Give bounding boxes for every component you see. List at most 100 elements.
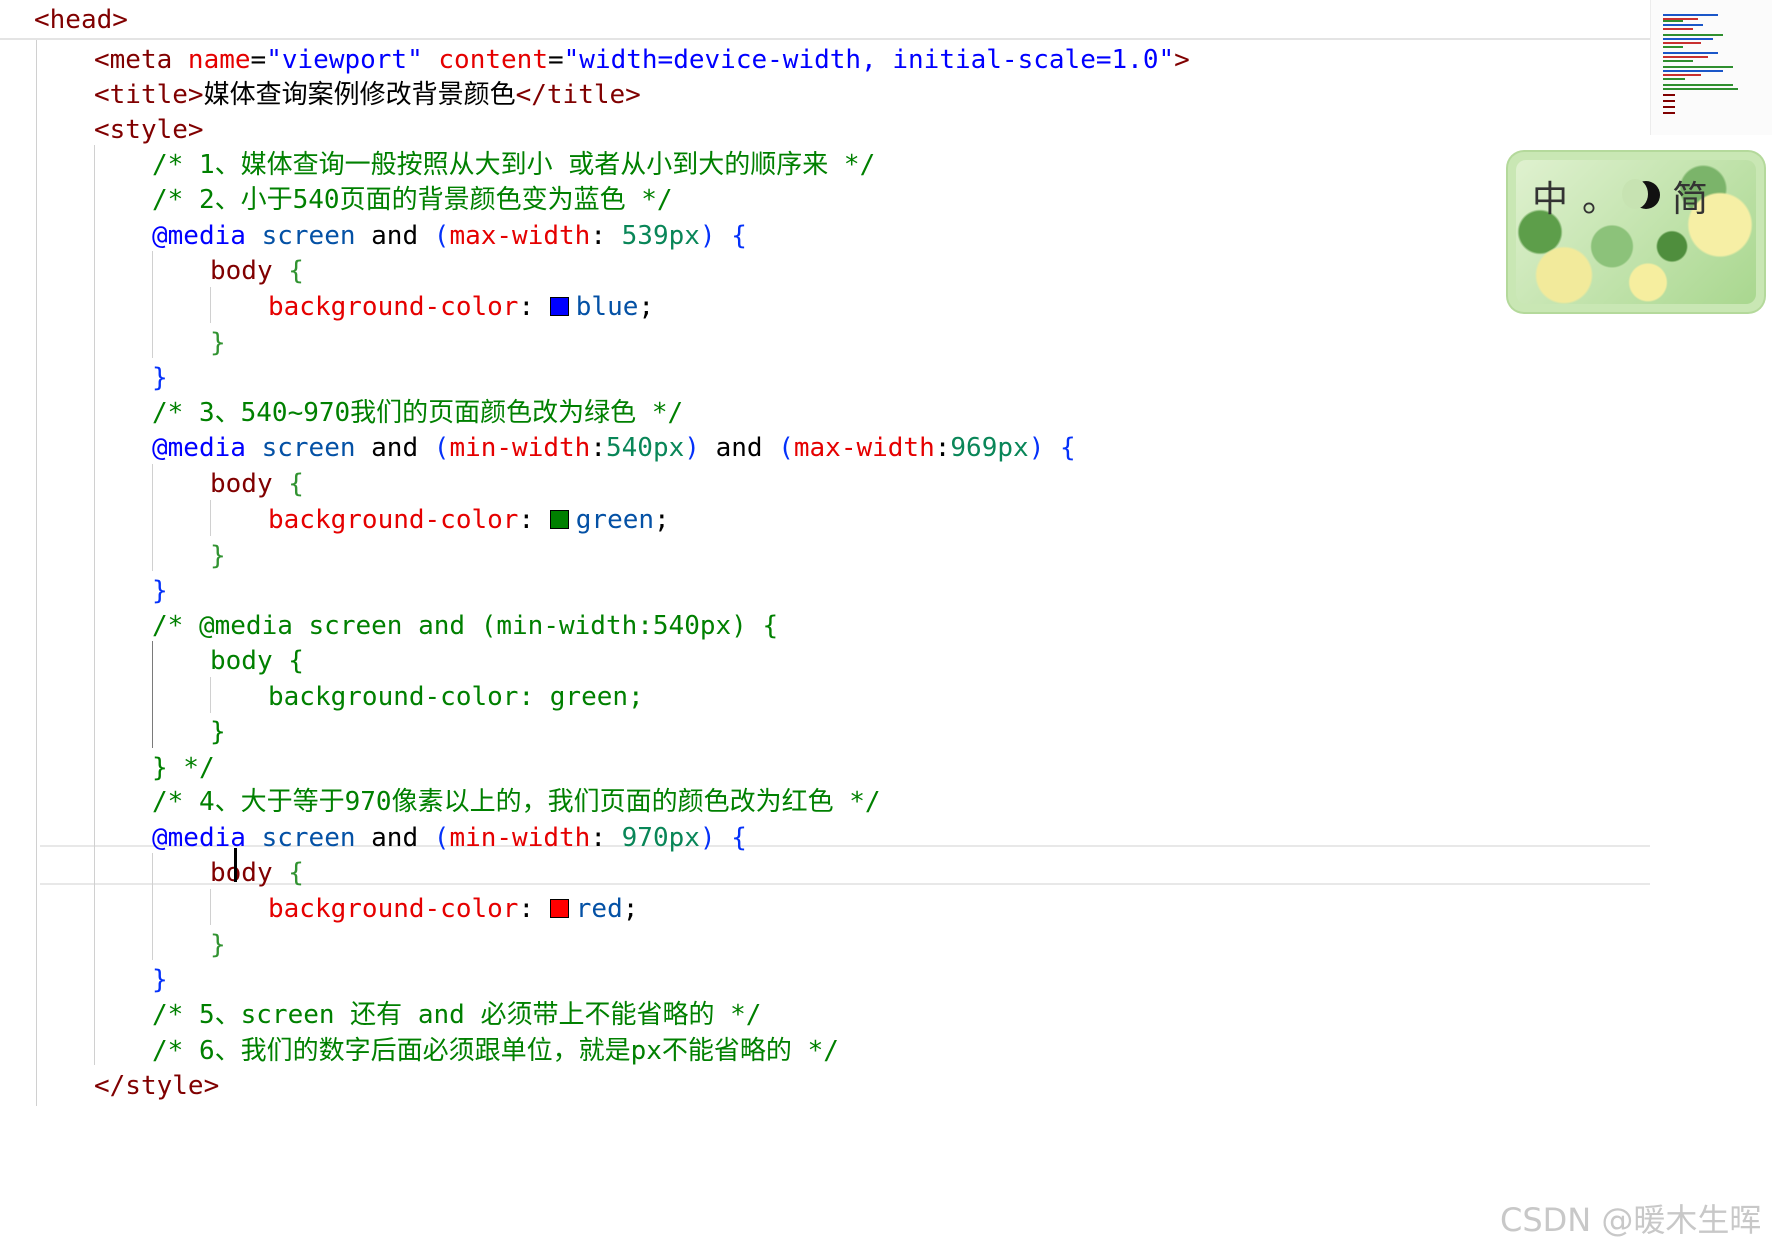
minimap-line	[1663, 42, 1701, 44]
minimap-line	[1663, 78, 1685, 80]
code-token: (	[778, 433, 794, 463]
code-token: /* 6、我们的数字后面必须跟单位，就是px不能省略的 */	[152, 1036, 839, 1066]
indent-guide	[94, 145, 95, 1065]
code-line: }	[210, 925, 226, 965]
code-token: (	[433, 433, 450, 463]
code-token: =	[250, 45, 267, 75]
code-token: )	[699, 823, 716, 853]
code-token: and	[355, 823, 434, 853]
code-token: blue	[575, 292, 639, 322]
code-line: /* 2、小于540页面的背景颜色变为蓝色 */	[152, 180, 673, 220]
code-token: /* @media screen and (min-width:540px) {	[152, 611, 779, 641]
minimap-line	[1663, 74, 1701, 76]
code-token: {	[1044, 433, 1076, 463]
code-line: body {	[210, 641, 304, 681]
indent-guide	[210, 500, 211, 536]
code-token: background-color: green;	[268, 682, 644, 712]
ime-simplified-button[interactable]: 简	[1672, 170, 1708, 222]
code-line: }	[152, 571, 168, 611]
code-token: body	[210, 256, 273, 286]
minimap-line	[1663, 28, 1693, 30]
code-token: and	[355, 221, 434, 251]
code-token: 媒体查询案例修改背景颜色	[203, 80, 516, 110]
minimap-line	[1663, 38, 1713, 40]
ime-chinese-mode-button[interactable]: 中	[1532, 170, 1568, 222]
code-token: {	[715, 221, 747, 251]
code-token: {	[272, 469, 304, 499]
code-token: @media	[152, 823, 246, 853]
code-token: </title>	[515, 80, 641, 110]
code-token: {	[272, 858, 304, 888]
code-token: }	[210, 328, 226, 358]
code-line: }	[210, 712, 226, 752]
minimap-line	[1663, 106, 1675, 108]
ime-toolbar[interactable]: 中 。 简	[1508, 152, 1764, 312]
minimap-line	[1663, 94, 1675, 96]
minimap-line	[1663, 24, 1703, 26]
code-token: screen	[261, 823, 356, 853]
code-token: ;	[654, 505, 670, 535]
code-line: @media screen and (max-width: 539px) {	[152, 216, 747, 256]
code-token: }	[210, 717, 226, 747]
code-token: )	[699, 221, 716, 251]
code-token: body {	[210, 646, 304, 676]
code-token: content	[438, 45, 548, 75]
code-token: "viewport"	[266, 45, 423, 75]
code-token: body	[210, 469, 273, 499]
code-token: :	[518, 292, 550, 322]
minimap-line	[1663, 14, 1718, 16]
minimap[interactable]	[1650, 0, 1772, 135]
code-line: /* 6、我们的数字后面必须跟单位，就是px不能省略的 */	[152, 1031, 839, 1071]
color-swatch[interactable]	[549, 297, 569, 316]
code-token: :	[934, 433, 951, 463]
moon-icon[interactable]	[1622, 179, 1661, 211]
code-token: :	[590, 433, 606, 463]
code-line: body {	[210, 251, 304, 291]
code-line: <title>媒体查询案例修改背景颜色</title>	[94, 75, 641, 115]
color-swatch[interactable]	[549, 899, 569, 918]
minimap-line	[1663, 66, 1733, 68]
code-token: background-color	[268, 292, 519, 322]
color-swatch[interactable]	[549, 510, 569, 529]
code-token: (	[433, 221, 450, 251]
code-token: }	[152, 965, 168, 995]
code-token: :	[518, 505, 550, 535]
ime-punctuation-button[interactable]: 。	[1582, 170, 1618, 222]
code-line: body {	[210, 464, 304, 504]
code-token: <head>	[34, 5, 128, 35]
code-line: background-color: red;	[268, 889, 638, 929]
indent-guide	[36, 40, 37, 1106]
code-token: 540px	[605, 433, 685, 463]
code-token: }	[152, 576, 168, 606]
code-token: /* 2、小于540页面的背景颜色变为蓝色 */	[152, 185, 673, 215]
code-token: red	[575, 894, 623, 924]
code-token: ;	[638, 292, 655, 322]
code-token: body	[210, 858, 273, 888]
code-line: }	[152, 358, 168, 398]
code-token: } */	[152, 753, 215, 783]
minimap-line	[1663, 46, 1683, 48]
code-token: @media	[152, 433, 246, 463]
minimap-line	[1663, 88, 1738, 90]
code-token: =	[547, 45, 564, 75]
minimap-line	[1663, 84, 1733, 86]
minimap-line	[1663, 56, 1708, 58]
indent-guide	[210, 677, 211, 713]
code-editor[interactable]: <head> <meta name="viewport" content="wid…	[0, 0, 1650, 1246]
minimap-line	[1663, 34, 1723, 36]
code-line: body {	[210, 853, 304, 893]
code-line: <head>	[34, 0, 128, 40]
minimap-line	[1663, 60, 1693, 62]
code-token: green	[575, 505, 655, 535]
code-token: and	[699, 433, 779, 463]
code-line: </style>	[94, 1066, 219, 1106]
code-token: "width=device-width, initial-scale=1.0"	[563, 45, 1175, 75]
code-line: background-color: green;	[268, 500, 670, 540]
code-token: @media	[152, 221, 246, 251]
indent-guide	[210, 287, 211, 323]
code-token: /* 1、媒体查询一般按照从大到小 或者从小到大的顺序来 */	[152, 150, 876, 180]
code-line: /* 3、540~970我们的页面颜色改为绿色 */	[152, 393, 683, 433]
minimap-line	[1663, 112, 1675, 114]
